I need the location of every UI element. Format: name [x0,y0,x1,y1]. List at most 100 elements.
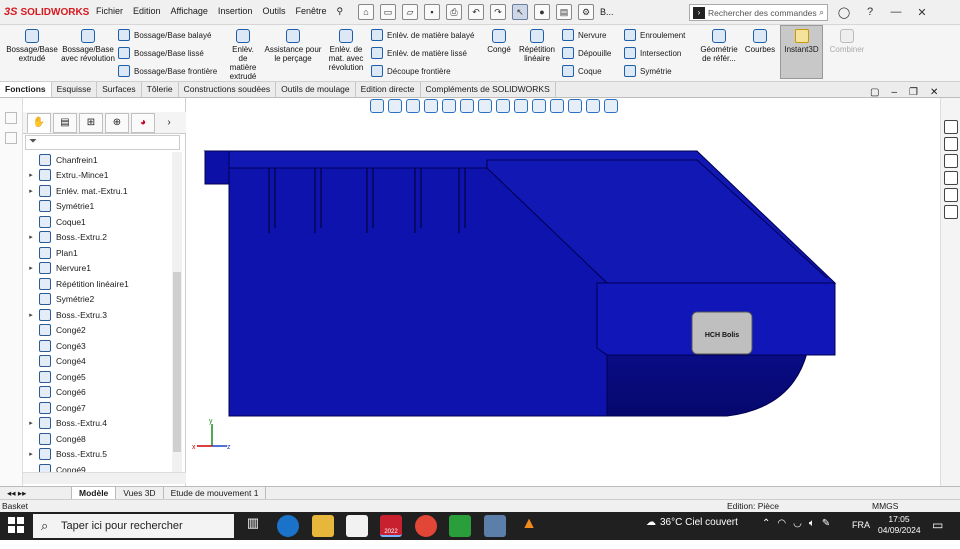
boss-revolve-button[interactable]: Bossage/Base avec révolution [60,28,116,63]
rotate-icon[interactable] [604,99,618,113]
minimize-button[interactable]: — [888,4,904,20]
curves-button[interactable]: Courbes [742,28,778,54]
solidworks-logo[interactable]: 3S SOLIDWORKS [4,5,89,19]
expand-arrow-icon[interactable]: ▸ [23,450,39,458]
tree-item[interactable]: Chanfrein1 [23,152,173,168]
zoom-to-fit-icon[interactable] [370,99,384,113]
tree-item[interactable]: Congé2 [23,323,173,339]
tree-item[interactable]: Plan1 [23,245,173,261]
tree-item[interactable]: ▸ Boss.-Extru.5 [23,447,173,463]
cut-swept-button[interactable]: Enlèv. de matière balayé [371,28,474,42]
zoom-to-area-icon[interactable] [388,99,402,113]
undo-icon[interactable]: ↶ [468,4,484,20]
tab-mold-tools[interactable]: Outils de moulage [276,82,356,97]
mirror-button[interactable]: Symétrie [624,64,672,78]
tab-model[interactable]: Modèle [72,487,117,499]
chevron-right-icon[interactable]: › [157,113,181,133]
command-search-box[interactable]: › Rechercher des commandes ⌕ [689,4,828,21]
pin-icon[interactable]: ⚲ [337,6,344,17]
save-icon[interactable]: ▪ [424,4,440,20]
file-explorer-icon[interactable] [943,154,958,168]
language-indicator[interactable]: FRA [852,520,870,530]
configuration-manager-tab-icon[interactable]: ⊞ [79,112,103,133]
cut-extrude-button[interactable]: Enlèv. de matière extrudé [227,28,259,81]
tree-item[interactable]: ▸ Boss.-Extru.4 [23,416,173,432]
boss-swept-button[interactable]: Bossage/Base balayé [118,28,211,42]
tab-motion-study[interactable]: Etude de mouvement 1 [164,487,267,499]
tree-item[interactable]: ▸ Enlév. mat.-Extru.1 [23,183,173,199]
wifi-icon[interactable]: ◡ [793,518,802,529]
gear-icon[interactable]: ⚙ [578,4,594,20]
tab-features[interactable]: Fonctions [0,82,52,97]
instant3d-button[interactable]: Instant3D [780,25,823,79]
expand-arrow-icon[interactable]: ▸ [23,419,39,427]
volume-icon[interactable]: 🔈︎ [809,518,815,529]
tree-item[interactable]: ▸ Nervure1 [23,261,173,277]
chevron-up-icon[interactable]: ⌃ [762,518,770,529]
toolbar-overflow-label[interactable]: B... [600,7,614,17]
status-units[interactable]: MMGS [872,501,898,511]
home-icon[interactable]: ⌂ [358,4,374,20]
draft-button[interactable]: Dépouille [562,46,611,60]
expand-arrow-icon[interactable]: ▸ [23,187,39,195]
wrap-button[interactable]: Enroulement [624,28,685,42]
weather-widget[interactable]: ☁ 36°C Ciel couvert [646,517,738,528]
tree-item[interactable]: Congé3 [23,338,173,354]
taskbar-search[interactable]: ⌕ Taper ici pour rechercher [33,514,234,538]
network-icon[interactable]: ◠ [777,518,786,529]
doc-close-icon[interactable]: ✕ [930,87,938,98]
help-icon[interactable]: ? [862,4,878,20]
tree-item[interactable]: ▸ Extru.-Mince1 [23,168,173,184]
windows-start-icon[interactable] [8,517,24,533]
store-icon[interactable] [346,515,368,537]
expand-arrow-icon[interactable]: ▸ [23,311,39,319]
design-library-icon[interactable] [943,137,958,151]
open-folder-icon[interactable]: ▱ [402,4,418,20]
pen-icon[interactable]: ✎ [822,518,830,529]
file-properties-icon[interactable]: ▤ [556,4,572,20]
tree-item[interactable]: Répétition linéaire1 [23,276,173,292]
close-button[interactable]: ✕ [914,4,930,20]
combine-button[interactable]: Combiner [826,28,868,54]
cut-boundary-button[interactable]: Découpe frontière [371,64,451,78]
tree-item[interactable]: Congé4 [23,354,173,370]
feature-manager-tab-icon[interactable]: ✋ [27,112,51,133]
chrome-icon[interactable] [415,515,437,537]
view-settings-icon[interactable] [550,99,564,113]
hide-show-icon[interactable] [496,99,510,113]
property-manager-tab-icon[interactable]: ▤ [53,112,77,133]
menu-file[interactable]: Fichier [96,6,123,17]
boss-boundary-button[interactable]: Bossage/Base frontière [118,64,217,78]
view-palette-icon[interactable] [943,171,958,185]
section-view-icon[interactable] [424,99,438,113]
tab-3d-views[interactable]: Vues 3D [116,487,164,499]
filter-icon[interactable]: ⏷ [29,136,37,147]
tab-direct-editing[interactable]: Edition directe [356,82,421,97]
tab-sheet-metal[interactable]: Tôlerie [142,82,179,97]
edit-appearance-icon[interactable] [514,99,528,113]
home-pane-icon[interactable] [943,120,958,134]
boss-loft-button[interactable]: Bossage/Base lissé [118,46,204,60]
tab-surfaces[interactable]: Surfaces [97,82,142,97]
view-orientation-icon[interactable] [460,99,474,113]
tree-item[interactable]: ▸ Boss.-Extru.3 [23,307,173,323]
display-style-icon[interactable] [478,99,492,113]
file-explorer-taskbar-icon[interactable] [312,515,334,537]
menu-view[interactable]: Affichage [171,6,208,17]
tree-vertical-scrollbar[interactable] [172,152,182,472]
tree-item[interactable]: Symétrie1 [23,199,173,215]
doc-minimize-icon[interactable]: – [891,87,897,98]
doc-maximize-icon[interactable]: ❐ [909,87,918,98]
linear-pattern-button[interactable]: Répétition linéaire [515,28,559,63]
smart-dimension-icon[interactable] [5,132,17,144]
hole-wizard-button[interactable]: Assistance pour le perçage [262,28,324,63]
display-manager-tab-icon[interactable]: ◕ [131,112,155,133]
fillet-button[interactable]: Congé [484,28,514,54]
rib-button[interactable]: Nervure [562,28,606,42]
tree-item[interactable]: Congé6 [23,385,173,401]
tree-item[interactable]: Coque1 [23,214,173,230]
scroll-thumb[interactable] [173,272,181,452]
dimxpert-tab-icon[interactable]: ⊕ [105,112,129,133]
doc-restore-icon[interactable]: ▢ [870,87,879,98]
notifications-icon[interactable]: ▭ [932,518,943,532]
